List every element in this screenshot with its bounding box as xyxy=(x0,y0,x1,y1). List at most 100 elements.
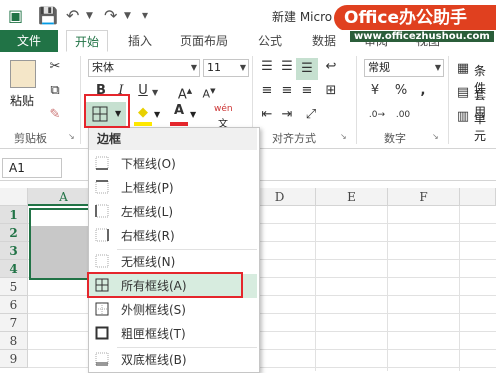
phonetic-label[interactable]: wén xyxy=(214,104,233,114)
menu-item-thick-box-border[interactable]: 粗匣框线(T) xyxy=(89,322,257,346)
tab-home[interactable]: 开始 xyxy=(66,30,108,52)
grid-line xyxy=(459,206,460,371)
comma-button[interactable]: , xyxy=(414,82,432,100)
conditional-format-icon[interactable]: ▦ xyxy=(454,60,472,78)
title-bar: ▣ 💾 ↶ ▼ ↷ ▼ ▾ 新建 Micro Office办公助手 xyxy=(0,0,496,31)
font-size-combo[interactable]: 11 ▼ xyxy=(203,59,249,77)
save-icon[interactable]: 💾 xyxy=(38,6,58,25)
chevron-down-icon: ▼ xyxy=(190,63,197,72)
cell-styles-icon[interactable]: ▥ xyxy=(454,108,472,126)
tab-file[interactable]: 文件 xyxy=(0,30,58,52)
menu-item-top-border[interactable]: 上框线(P) xyxy=(89,176,257,200)
increase-font-icon[interactable]: A▲ xyxy=(176,82,194,102)
menu-item-label: 右框线(R) xyxy=(121,229,175,243)
row-header-6[interactable]: 6 xyxy=(0,296,28,314)
clipboard-launcher-icon[interactable]: ↘ xyxy=(68,132,75,141)
tab-data[interactable]: 数据 xyxy=(306,30,342,52)
align-top-icon[interactable]: ☰ xyxy=(258,58,276,76)
column-header-g[interactable] xyxy=(460,188,496,206)
name-box[interactable]: A1 xyxy=(2,158,62,178)
borders-menu: 边框 下框线(O) 上框线(P) 左框线(L) 右框线(R) 无框线(N) 所有… xyxy=(88,127,260,373)
underline-button[interactable]: U xyxy=(134,82,152,100)
alignment-launcher-icon[interactable]: ↘ xyxy=(340,132,347,141)
paste-icon[interactable] xyxy=(10,60,36,88)
row-header-2[interactable]: 2 xyxy=(0,224,28,242)
paste-label[interactable]: 粘贴 xyxy=(10,92,34,109)
menu-item-double-bottom-border[interactable]: 双底框线(B) xyxy=(89,348,257,372)
percent-button[interactable]: % xyxy=(392,82,410,100)
wrap-text-icon[interactable]: ↩ xyxy=(322,58,340,76)
left-border-icon xyxy=(95,204,109,218)
group-divider xyxy=(448,56,449,144)
font-color-swatch xyxy=(170,122,188,126)
fill-color-icon[interactable]: ◆ xyxy=(134,104,152,122)
column-header-f[interactable]: F xyxy=(388,188,460,206)
row-header-3[interactable]: 3 xyxy=(0,242,28,260)
cell-styles-label[interactable]: 单元 xyxy=(474,110,496,144)
number-launcher-icon[interactable]: ↘ xyxy=(432,132,439,141)
tab-insert[interactable]: 插入 xyxy=(122,30,158,52)
underline-dropdown-icon[interactable]: ▼ xyxy=(152,88,158,97)
column-header-e[interactable]: E xyxy=(316,188,388,206)
align-right-icon[interactable]: ≡ xyxy=(298,82,316,100)
align-bottom-icon: ☰ xyxy=(301,61,313,76)
customize-toolbar-icon[interactable]: ▾ xyxy=(142,8,148,22)
font-name-combo[interactable]: 宋体 ▼ xyxy=(88,59,200,77)
grid-line xyxy=(315,206,316,371)
tab-page-layout[interactable]: 页面布局 xyxy=(172,30,236,52)
undo-dropdown-icon[interactable]: ▼ xyxy=(86,11,93,21)
row-header-8[interactable]: 8 xyxy=(0,332,28,350)
undo-icon[interactable]: ↶ xyxy=(66,6,79,25)
align-left-icon[interactable]: ≡ xyxy=(258,82,276,100)
redo-icon[interactable]: ↷ xyxy=(104,6,117,25)
align-middle-icon[interactable]: ☰ xyxy=(278,58,296,76)
select-all-corner[interactable] xyxy=(0,188,28,206)
row-header-9[interactable]: 9 xyxy=(0,350,28,368)
copy-icon[interactable]: ⧉ xyxy=(46,82,64,100)
row-header-7[interactable]: 7 xyxy=(0,314,28,332)
align-center-icon[interactable]: ≡ xyxy=(278,82,296,100)
clipboard-group-label: 剪贴板 xyxy=(14,132,47,145)
row-header-4[interactable]: 4 xyxy=(0,260,28,278)
cut-icon[interactable]: ✂ xyxy=(46,58,64,76)
accounting-format-icon[interactable]: ¥ xyxy=(366,82,384,100)
number-group-label: 数字 xyxy=(384,132,406,145)
menu-item-bottom-border[interactable]: 下框线(O) xyxy=(89,152,257,176)
orientation-icon[interactable]: ⤢ xyxy=(302,106,320,124)
align-bottom-button[interactable]: ☰ xyxy=(296,58,318,80)
menu-item-outside-borders[interactable]: 外侧框线(S) xyxy=(89,298,257,322)
menu-item-right-border[interactable]: 右框线(R) xyxy=(89,224,257,248)
number-format-combo[interactable]: 常规 ▼ xyxy=(364,59,444,77)
watermark-url: www.officezhushou.com xyxy=(350,31,494,42)
chevron-down-icon: ▼ xyxy=(239,63,246,72)
menu-item-left-border[interactable]: 左框线(L) xyxy=(89,200,257,224)
increase-decimal-icon[interactable]: .0→ xyxy=(368,106,386,124)
double-bottom-border-icon xyxy=(95,352,109,366)
font-color-dropdown-icon[interactable]: ▼ xyxy=(190,110,196,119)
fill-dropdown-icon[interactable]: ▼ xyxy=(154,110,160,119)
format-as-table-icon[interactable]: ▤ xyxy=(454,84,472,102)
menu-item-no-border[interactable]: 无框线(N) xyxy=(89,250,257,274)
menu-item-label: 粗匣框线(T) xyxy=(121,327,186,341)
font-name-value: 宋体 xyxy=(92,61,114,74)
document-title: 新建 Micro xyxy=(272,10,333,24)
decrease-font-icon[interactable]: A▼ xyxy=(200,82,218,101)
decrease-indent-icon[interactable]: ⇤ xyxy=(258,106,276,124)
decrease-decimal-icon[interactable]: .00 xyxy=(394,106,412,124)
merge-center-icon[interactable]: ⊞ xyxy=(322,82,340,100)
format-painter-icon[interactable]: ✎ xyxy=(46,106,64,124)
font-size-value: 11 xyxy=(207,61,221,74)
callout-highlight xyxy=(87,272,243,298)
increase-indent-icon[interactable]: ⇥ xyxy=(278,106,296,124)
alignment-group-label: 对齐方式 xyxy=(272,132,316,145)
row-header-5[interactable]: 5 xyxy=(0,278,28,296)
redo-dropdown-icon[interactable]: ▼ xyxy=(124,11,131,21)
menu-item-label: 下框线(O) xyxy=(121,157,176,171)
font-color-icon[interactable]: A xyxy=(170,102,188,120)
grid-line xyxy=(387,206,388,371)
watermark-logo: Office办公助手 xyxy=(334,5,496,31)
no-border-icon xyxy=(95,254,109,268)
row-header-1[interactable]: 1 xyxy=(0,206,28,224)
group-divider xyxy=(80,56,81,144)
tab-formulas[interactable]: 公式 xyxy=(252,30,288,52)
